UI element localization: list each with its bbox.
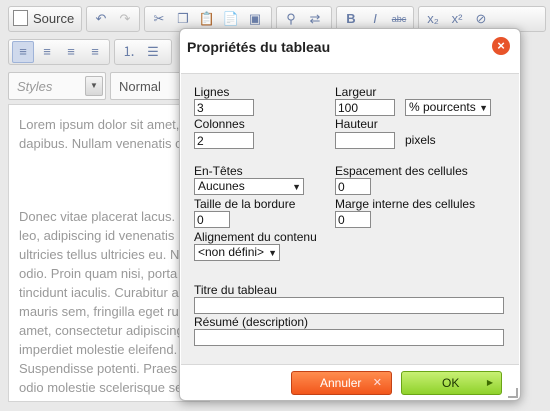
text-line: tincidunt iaculis. Curabitur a bbox=[19, 285, 179, 300]
align-group: ≡ ≡ ≡ ≡ bbox=[8, 39, 110, 65]
list-group: ⒈ ☰ bbox=[114, 39, 172, 65]
border-label: Taille de la bordure bbox=[194, 197, 296, 211]
headers-label: En-Têtes bbox=[194, 164, 243, 178]
headers-select[interactable]: Aucunes ▼ bbox=[194, 178, 304, 195]
copy-icon[interactable]: ❐ bbox=[173, 9, 193, 29]
table-properties-dialog: Propriétés du tableau × Lignes 3 Colonne… bbox=[179, 28, 521, 401]
text-line: Donec vitae placerat lacus. bbox=[19, 209, 176, 224]
source-label: Source bbox=[33, 11, 75, 26]
strikethrough-icon[interactable]: abc bbox=[389, 9, 409, 29]
width-unit-value: % pourcents bbox=[409, 100, 476, 114]
text-line: mauris sem, fringilla eget ru bbox=[19, 304, 179, 319]
width-input[interactable]: 100 bbox=[335, 99, 395, 116]
text-line: dapibus. Nullam venenatis c bbox=[19, 136, 182, 151]
replace-icon[interactable]: ⇄ bbox=[305, 9, 325, 29]
text-line: leo, adipiscing id venenatis bbox=[19, 228, 175, 243]
height-label: Hauteur bbox=[335, 117, 378, 131]
summary-label: Résumé (description) bbox=[194, 315, 309, 329]
bold-icon[interactable]: B bbox=[341, 9, 361, 29]
format-value: Normal bbox=[119, 79, 161, 94]
text-line: odio. Proin quam nisi, porta bbox=[19, 266, 178, 281]
padding-input[interactable]: 0 bbox=[335, 211, 371, 228]
cols-label: Colonnes bbox=[194, 117, 245, 131]
italic-icon[interactable]: I bbox=[365, 9, 385, 29]
caption-label: Titre du tableau bbox=[194, 283, 277, 297]
width-label: Largeur bbox=[335, 85, 377, 99]
align-select[interactable]: <non défini> ▼ bbox=[194, 244, 280, 261]
text-line: imperdiet molestie eleifend. bbox=[19, 342, 178, 357]
height-unit-label: pixels bbox=[405, 133, 436, 147]
undo-group: ↶ ↷ bbox=[86, 6, 140, 32]
select-all-icon[interactable]: ▣ bbox=[245, 9, 265, 29]
headers-value: Aucunes bbox=[198, 179, 245, 193]
chevron-down-icon: ▼ bbox=[479, 103, 488, 113]
redo-icon[interactable]: ↷ bbox=[115, 9, 135, 29]
remove-format-icon[interactable]: ⊘ bbox=[471, 9, 491, 29]
source-group: Source bbox=[8, 6, 82, 32]
ok-label: OK bbox=[442, 376, 460, 390]
subscript-icon[interactable]: x₂ bbox=[423, 9, 443, 29]
padding-label: Marge interne des cellules bbox=[335, 197, 476, 211]
text-line: amet, consectetur adipiscing bbox=[19, 323, 184, 338]
cancel-label: Annuler bbox=[320, 376, 362, 390]
bullet-list-icon[interactable]: ☰ bbox=[143, 42, 163, 62]
paragraph-1: Lorem ipsum dolor sit amet, dapibus. Nul… bbox=[9, 115, 192, 153]
caption-input[interactable] bbox=[194, 297, 504, 314]
spacing-label: Espacement des cellules bbox=[335, 164, 468, 178]
source-button[interactable]: Source bbox=[13, 9, 74, 29]
height-input[interactable] bbox=[335, 132, 395, 149]
text-line: Lorem ipsum dolor sit amet, bbox=[19, 117, 180, 132]
superscript-icon[interactable]: x² bbox=[447, 9, 467, 29]
text-line: odio molestie scelerisque se bbox=[19, 380, 183, 395]
dialog-footer: Annuler ✕ OK ▶ bbox=[180, 365, 520, 400]
cut-icon[interactable]: ✂ bbox=[149, 9, 169, 29]
align-right-icon[interactable]: ≡ bbox=[61, 42, 81, 62]
find-icon[interactable]: ⚲ bbox=[281, 9, 301, 29]
justify-icon[interactable]: ≡ bbox=[85, 42, 105, 62]
resize-handle[interactable] bbox=[508, 388, 518, 398]
styles-combo[interactable]: Styles ▼ bbox=[8, 72, 106, 100]
ok-button[interactable]: OK ▶ bbox=[401, 371, 502, 395]
chevron-down-icon: ▼ bbox=[292, 182, 301, 192]
align-label: Alignement du contenu bbox=[194, 230, 317, 244]
cancel-button[interactable]: Annuler ✕ bbox=[291, 371, 392, 395]
numbered-list-icon[interactable]: ⒈ bbox=[119, 42, 139, 62]
close-icon[interactable]: × bbox=[492, 37, 510, 55]
styles-placeholder: Styles bbox=[17, 79, 53, 94]
paragraph-2: Donec vitae placerat lacus. leo, adipisc… bbox=[9, 207, 194, 397]
rows-input[interactable]: 3 bbox=[194, 99, 254, 116]
close-icon: ✕ bbox=[372, 377, 382, 389]
cols-input[interactable]: 2 bbox=[194, 132, 254, 149]
dialog-body: Lignes 3 Colonnes 2 En-Têtes Aucunes ▼ T… bbox=[181, 73, 519, 365]
undo-icon[interactable]: ↶ bbox=[91, 9, 111, 29]
chevron-down-icon: ▼ bbox=[268, 248, 277, 258]
align-left-icon[interactable]: ≡ bbox=[12, 41, 34, 63]
source-icon bbox=[13, 10, 28, 26]
text-line: Suspendisse potenti. Praes bbox=[19, 361, 178, 376]
summary-input[interactable] bbox=[194, 329, 504, 346]
align-value: <non défini> bbox=[198, 245, 265, 259]
paste-word-icon[interactable]: 📄 bbox=[221, 9, 241, 29]
rows-label: Lignes bbox=[194, 85, 230, 99]
border-input[interactable]: 0 bbox=[194, 211, 230, 228]
dialog-title: Propriétés du tableau bbox=[187, 39, 331, 55]
text-line: ultricies tellus ultricies eu. N bbox=[19, 247, 180, 262]
align-center-icon[interactable]: ≡ bbox=[37, 42, 57, 62]
spacing-input[interactable]: 0 bbox=[335, 178, 371, 195]
arrow-right-icon: ▶ bbox=[486, 378, 493, 387]
width-unit-select[interactable]: % pourcents ▼ bbox=[405, 99, 491, 116]
chevron-down-icon[interactable]: ▼ bbox=[85, 76, 103, 96]
paste-icon[interactable]: 📋 bbox=[197, 9, 217, 29]
